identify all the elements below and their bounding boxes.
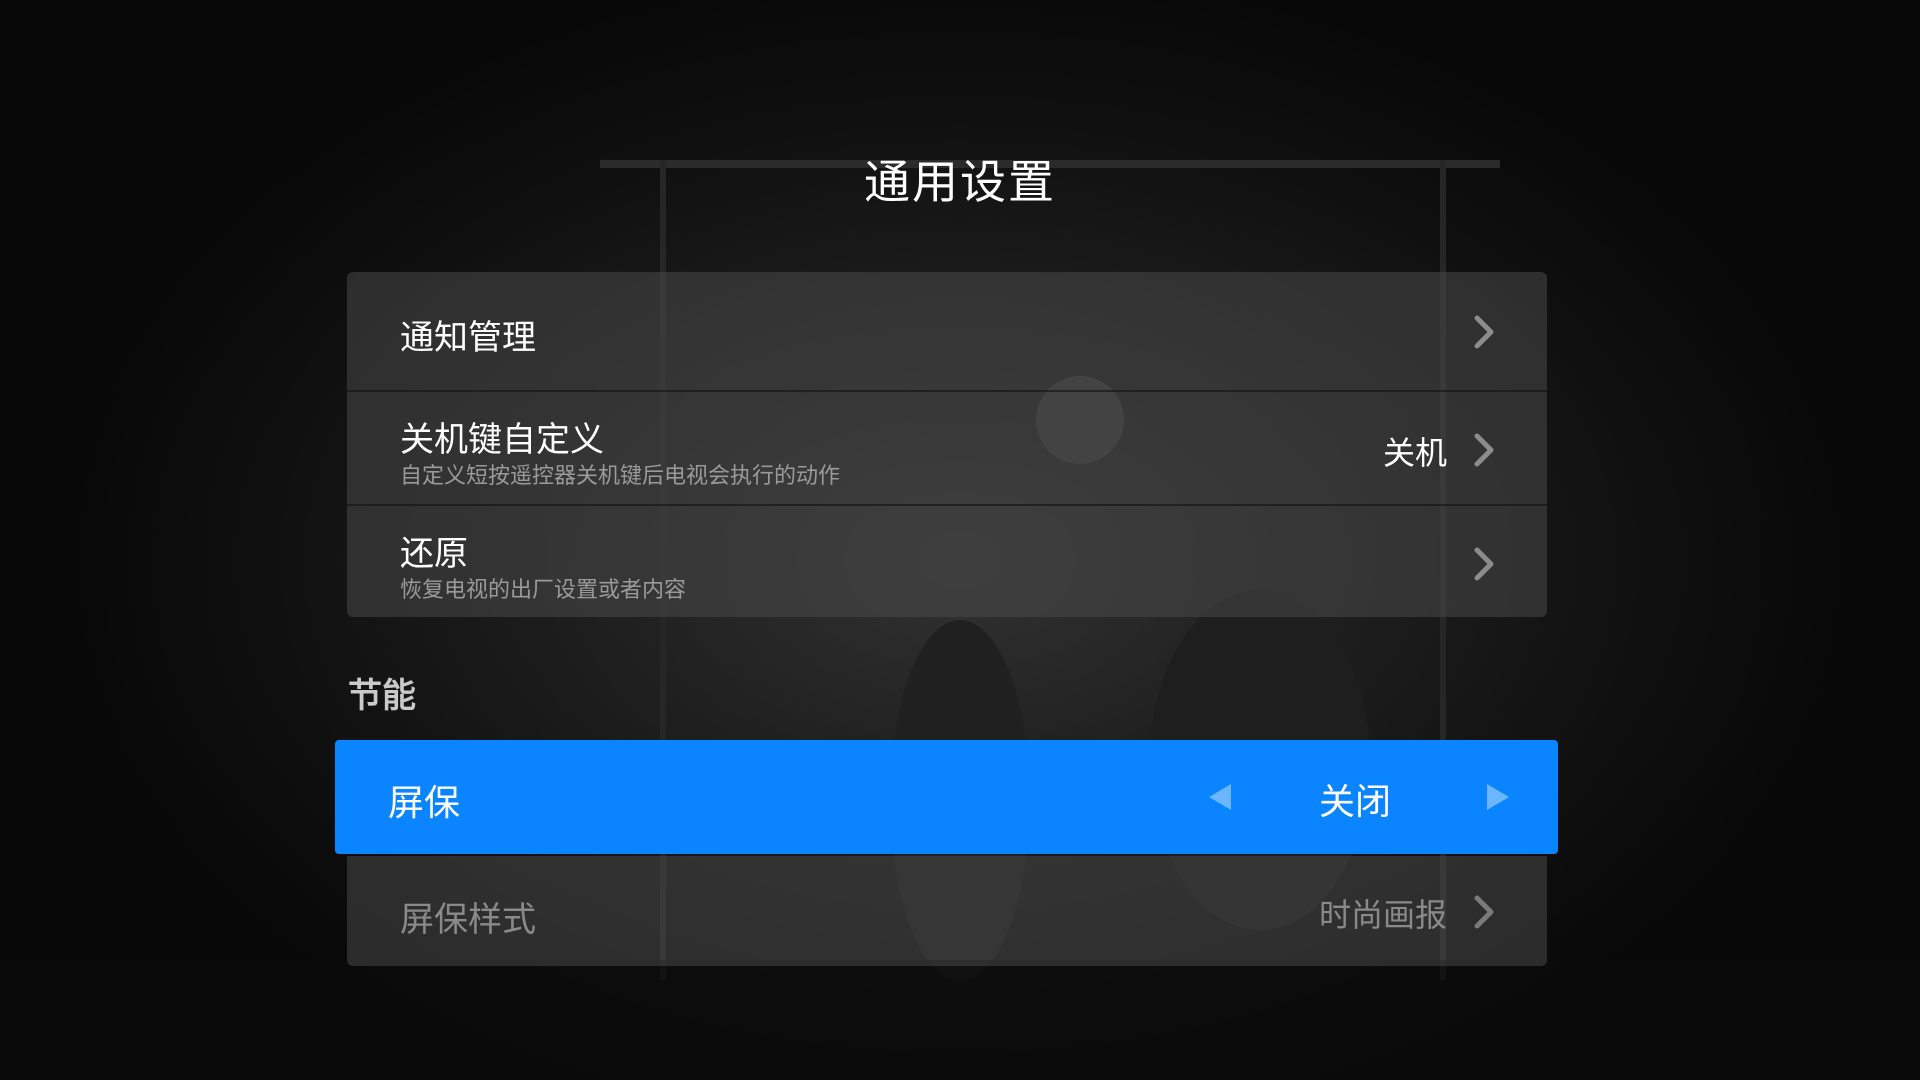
list-item-notification-management[interactable]: 通知管理 — [347, 272, 1547, 390]
item-subtitle: 恢复电视的出厂设置或者内容 — [400, 578, 687, 603]
page-title: 通用设置 — [864, 155, 1056, 209]
section-header-power-saving: 节能 — [348, 676, 416, 716]
chevron-right-icon — [1474, 315, 1494, 349]
chevron-right-icon — [1474, 895, 1494, 929]
list-item-screensaver-style[interactable]: 屏保样式 时尚画报 — [347, 856, 1547, 966]
item-label: 屏保样式 — [400, 900, 536, 940]
item-label: 还原 — [400, 534, 468, 574]
item-value: 关机 — [1382, 434, 1447, 472]
item-label: 关机键自定义 — [400, 420, 604, 460]
screensaver-label: 屏保 — [388, 783, 461, 824]
item-subtitle: 自定义短按遥控器关机键后电视会执行的动作 — [400, 464, 841, 489]
list-item-power-key-custom[interactable]: 关机键自定义 自定义短按遥控器关机键后电视会执行的动作 关机 — [347, 390, 1547, 504]
item-value: 时尚画报 — [1318, 896, 1447, 934]
chevron-right-icon — [1474, 547, 1494, 581]
item-label: 通知管理 — [400, 318, 536, 358]
general-settings-list: 通知管理 关机键自定义 自定义短按遥控器关机键后电视会执行的动作 关机 还原 恢… — [347, 272, 1547, 617]
triangle-right-icon[interactable] — [1485, 782, 1511, 812]
chevron-right-icon — [1474, 433, 1494, 467]
tv-settings-screen: 通用设置 通知管理 关机键自定义 自定义短按遥控器关机键后电视会执行的动作 关机… — [0, 0, 1920, 1080]
screensaver-selector[interactable]: 屏保 关闭 — [335, 740, 1558, 854]
list-item-restore[interactable]: 还原 恢复电视的出厂设置或者内容 — [347, 504, 1547, 617]
screensaver-value: 关闭 — [1318, 782, 1391, 823]
triangle-left-icon[interactable] — [1207, 782, 1233, 812]
